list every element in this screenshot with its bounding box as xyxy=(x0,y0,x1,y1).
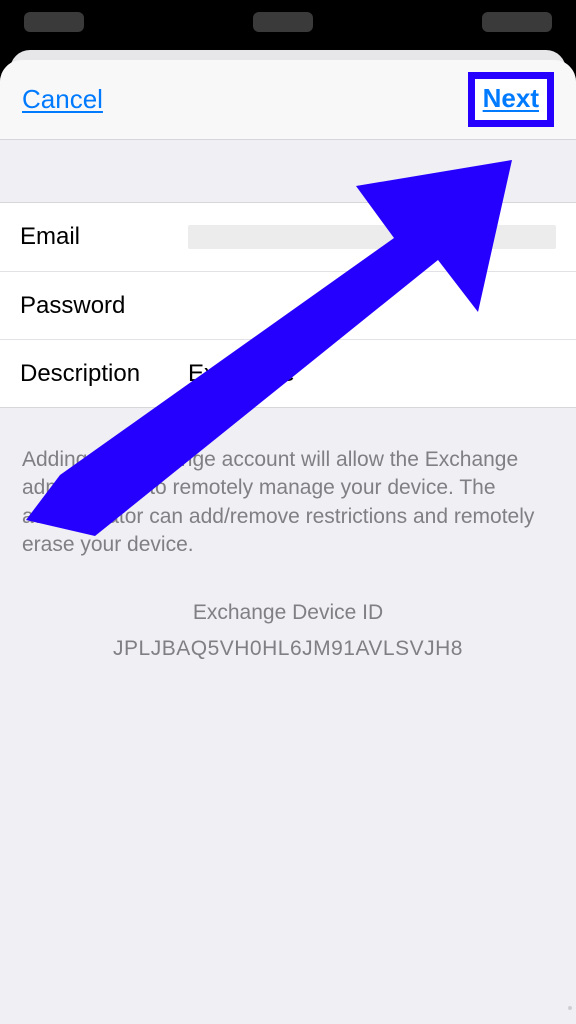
status-notch xyxy=(253,12,313,32)
description-field[interactable]: Exchange xyxy=(188,360,295,388)
device-id-value: JPLJBAQ5VH0HL6JM91AVLSVJH8 xyxy=(0,637,576,661)
email-field[interactable] xyxy=(188,225,556,249)
form-group: Email Password Description Exchange xyxy=(0,202,576,408)
description-row[interactable]: Description Exchange xyxy=(0,339,576,407)
password-row[interactable]: Password xyxy=(0,271,576,339)
status-battery xyxy=(482,12,552,32)
modal-sheet: Cancel Next Email Password Description E… xyxy=(0,60,576,1024)
status-time xyxy=(24,12,84,32)
nav-bar: Cancel Next xyxy=(0,60,576,140)
password-label: Password xyxy=(20,292,188,320)
email-label: Email xyxy=(20,223,188,251)
status-bar xyxy=(0,0,576,44)
device-id-section: Exchange Device ID JPLJBAQ5VH0HL6JM91AVL… xyxy=(0,601,576,661)
corner-dot xyxy=(568,1006,572,1010)
next-button[interactable]: Next xyxy=(483,83,539,114)
email-row[interactable]: Email xyxy=(0,203,576,271)
device-id-label: Exchange Device ID xyxy=(0,601,576,625)
info-text: Adding an Exchange account will allow th… xyxy=(0,408,576,559)
description-label: Description xyxy=(20,360,188,388)
next-button-highlight: Next xyxy=(468,72,554,127)
section-spacer xyxy=(0,140,576,202)
cancel-button[interactable]: Cancel xyxy=(22,84,103,115)
